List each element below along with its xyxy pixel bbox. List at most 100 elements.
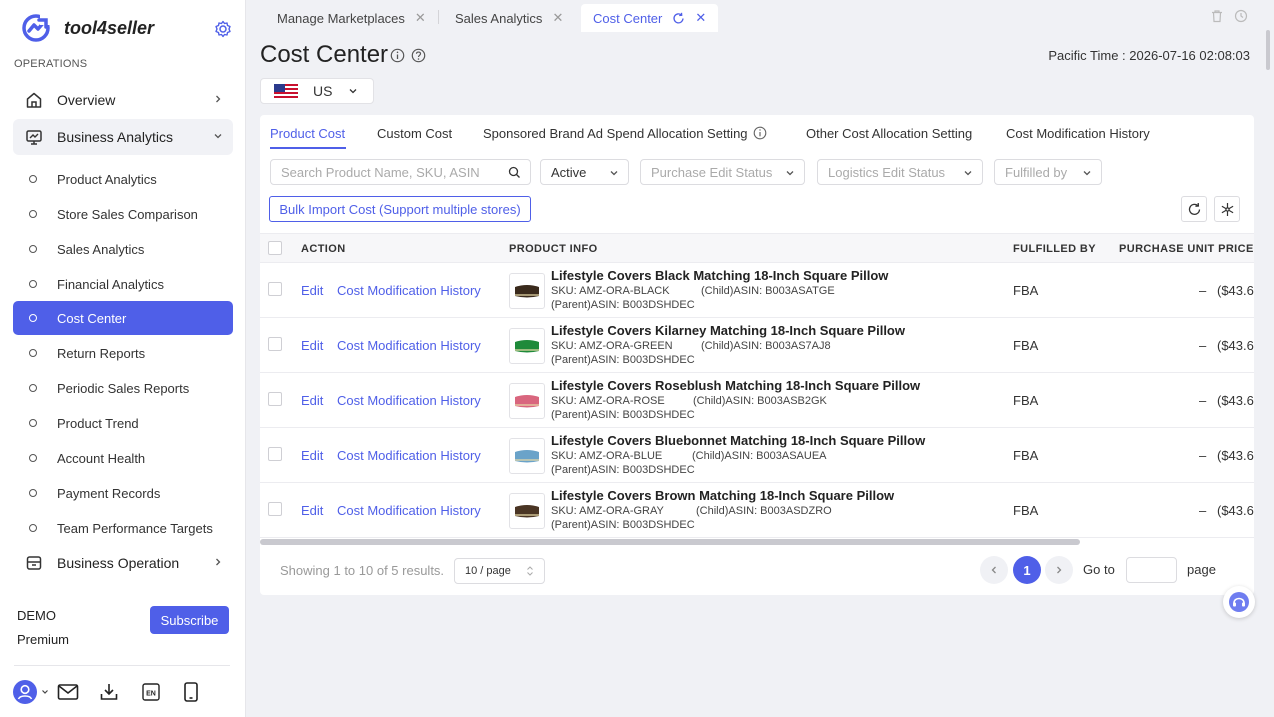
product-name[interactable]: Lifestyle Covers Brown Matching 18-Inch … xyxy=(551,488,894,503)
sidebar-item-account-health[interactable]: Account Health xyxy=(13,441,233,475)
language-icon[interactable]: EN xyxy=(141,682,161,702)
prev-page-button[interactable] xyxy=(980,556,1008,584)
sidebar-item-payment-records[interactable]: Payment Records xyxy=(13,476,233,510)
tab-bar: Manage Marketplaces ✕ Sales Analytics ✕ … xyxy=(247,0,1274,32)
mail-icon[interactable] xyxy=(57,683,79,701)
clock-icon[interactable] xyxy=(1234,9,1248,23)
logistics-edit-status-select[interactable]: Logistics Edit Status xyxy=(817,159,983,185)
row-checkbox[interactable] xyxy=(268,282,282,296)
sidebar-item-return-reports[interactable]: Return Reports xyxy=(13,336,233,370)
row-checkbox[interactable] xyxy=(268,337,282,351)
bulk-import-button[interactable]: Bulk Import Cost (Support multiple store… xyxy=(269,196,531,222)
trash-icon[interactable] xyxy=(1210,9,1224,23)
product-name[interactable]: Lifestyle Covers Kilarney Matching 18-In… xyxy=(551,323,905,338)
sidebar-item-label: Return Reports xyxy=(57,345,146,361)
product-image[interactable] xyxy=(509,383,545,419)
edit-link[interactable]: Edit xyxy=(301,338,323,353)
edit-link[interactable]: Edit xyxy=(301,393,323,408)
close-icon[interactable]: ✕ xyxy=(415,10,426,26)
cost-modification-history-link[interactable]: Cost Modification History xyxy=(337,503,481,518)
close-icon[interactable]: ✕ xyxy=(695,10,706,26)
help-icon[interactable] xyxy=(411,48,426,63)
settings-button[interactable] xyxy=(1214,196,1240,222)
svg-text:EN: EN xyxy=(146,691,156,698)
gear-icon[interactable] xyxy=(214,20,232,38)
page-size-select[interactable]: 10 / page xyxy=(454,558,545,584)
product-image[interactable] xyxy=(509,493,545,529)
cost-modification-history-link[interactable]: Cost Modification History xyxy=(337,283,481,298)
sidebar-item-label: Financial Analytics xyxy=(57,276,164,292)
info-icon[interactable] xyxy=(390,48,405,63)
subtab-sponsored-brand[interactable]: Sponsored Brand Ad Spend Allocation Sett… xyxy=(483,126,767,141)
page-number-current[interactable]: 1 xyxy=(1013,556,1041,584)
product-name[interactable]: Lifestyle Covers Roseblush Matching 18-I… xyxy=(551,378,920,393)
info-icon[interactable] xyxy=(753,126,767,140)
sidebar-item-periodic-sales-reports[interactable]: Periodic Sales Reports xyxy=(13,371,233,405)
close-icon[interactable]: ✕ xyxy=(552,10,563,26)
country-value: US xyxy=(313,83,333,99)
cost-modification-history-link[interactable]: Cost Modification History xyxy=(337,338,481,353)
column-header-fulfilled-by: FULFILLED BY xyxy=(1013,243,1097,255)
sidebar-item-sales-analytics[interactable]: Sales Analytics xyxy=(13,232,233,266)
product-name[interactable]: Lifestyle Covers Bluebonnet Matching 18-… xyxy=(551,433,925,448)
mobile-icon[interactable] xyxy=(183,682,199,702)
sidebar-item-team-performance-targets[interactable]: Team Performance Targets xyxy=(13,511,233,545)
subscribe-button[interactable]: Subscribe xyxy=(150,606,229,634)
title-icons xyxy=(390,48,426,63)
table-row: Edit Cost Modification History Lifestyle… xyxy=(260,483,1254,538)
next-page-button[interactable] xyxy=(1045,556,1073,584)
product-name[interactable]: Lifestyle Covers Black Matching 18-Inch … xyxy=(551,268,888,283)
row-checkbox[interactable] xyxy=(268,392,282,406)
account-plan: Premium xyxy=(17,632,70,647)
edit-link[interactable]: Edit xyxy=(301,283,323,298)
tabbar-actions xyxy=(1210,9,1248,23)
nav-overview[interactable]: Overview xyxy=(13,82,233,118)
search-icon[interactable] xyxy=(508,166,521,179)
search-input[interactable]: Search Product Name, SKU, ASIN xyxy=(270,159,531,185)
edit-link[interactable]: Edit xyxy=(301,448,323,463)
country-select[interactable]: US xyxy=(260,78,374,104)
nav-business-operation[interactable]: Business Operation xyxy=(13,545,233,581)
goto-page-input[interactable] xyxy=(1126,557,1177,583)
row-checkbox[interactable] xyxy=(268,502,282,516)
sidebar-item-store-sales-comparison[interactable]: Store Sales Comparison xyxy=(13,197,233,231)
support-chat-button[interactable] xyxy=(1223,586,1255,618)
product-parent-asin: (Parent)ASIN: B003DSHDEC xyxy=(551,299,695,311)
sidebar-item-product-trend[interactable]: Product Trend xyxy=(13,406,233,440)
tab-separator xyxy=(438,10,439,24)
product-image[interactable] xyxy=(509,438,545,474)
cost-modification-history-link[interactable]: Cost Modification History xyxy=(337,393,481,408)
subtab-cost-modification-history[interactable]: Cost Modification History xyxy=(1006,126,1150,141)
sidebar-item-product-analytics[interactable]: Product Analytics xyxy=(13,162,233,196)
tab-sales-analytics[interactable]: Sales Analytics ✕ xyxy=(443,4,575,32)
product-image[interactable] xyxy=(509,328,545,364)
page-scrollbar[interactable] xyxy=(1266,30,1270,70)
sort-arrows-icon xyxy=(526,565,534,577)
tab-cost-center[interactable]: Cost Center ✕ xyxy=(581,4,719,32)
subtab-custom-cost[interactable]: Custom Cost xyxy=(377,126,452,141)
tab-manage-marketplaces[interactable]: Manage Marketplaces ✕ xyxy=(265,4,438,32)
fulfilled-by-select[interactable]: Fulfilled by xyxy=(994,159,1102,185)
cost-modification-history-link[interactable]: Cost Modification History xyxy=(337,448,481,463)
status-select[interactable]: Active xyxy=(540,159,629,185)
refresh-button[interactable] xyxy=(1181,196,1207,222)
subtab-other-cost[interactable]: Other Cost Allocation Setting xyxy=(806,126,972,141)
download-icon[interactable] xyxy=(99,682,119,702)
user-icon[interactable] xyxy=(13,680,37,704)
bullet-icon xyxy=(29,454,37,462)
logo[interactable]: tool4seller xyxy=(20,12,154,44)
table-horizontal-scrollbar[interactable] xyxy=(260,539,1080,545)
sidebar-item-financial-analytics[interactable]: Financial Analytics xyxy=(13,267,233,301)
row-checkbox[interactable] xyxy=(268,447,282,461)
edit-link[interactable]: Edit xyxy=(301,503,323,518)
select-all-checkbox[interactable] xyxy=(268,241,282,255)
fulfilled-by-value: FBA xyxy=(1013,338,1039,353)
subtab-product-cost[interactable]: Product Cost xyxy=(270,126,345,141)
refresh-icon[interactable] xyxy=(672,12,685,25)
purchase-edit-status-select[interactable]: Purchase Edit Status xyxy=(640,159,805,185)
product-image[interactable] xyxy=(509,273,545,309)
sidebar-item-cost-center[interactable]: Cost Center xyxy=(13,301,233,335)
chevron-down-icon[interactable] xyxy=(41,688,49,696)
price-dash: – xyxy=(1199,503,1207,518)
nav-business-analytics[interactable]: Business Analytics xyxy=(13,119,233,155)
